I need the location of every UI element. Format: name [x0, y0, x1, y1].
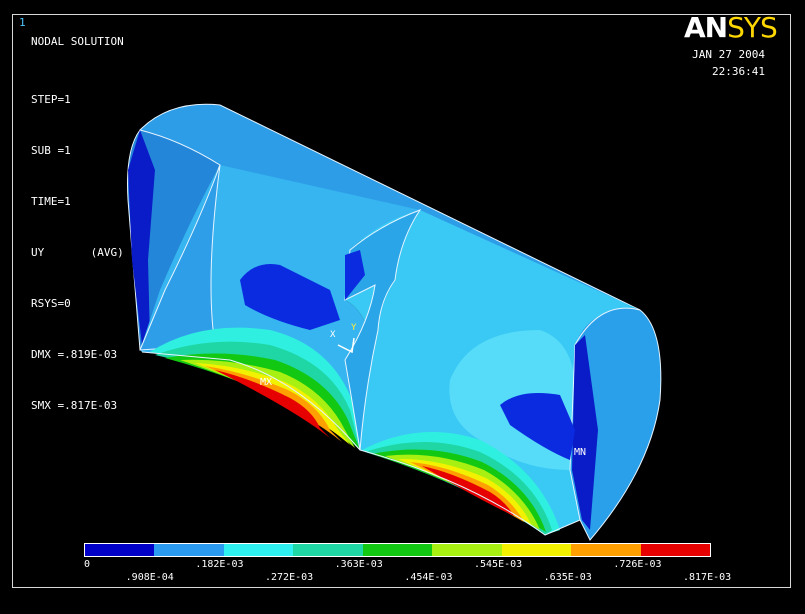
legend-color-4: [362, 544, 433, 556]
legend-tick-bottom: .635E-03: [543, 572, 592, 583]
legend-tick-bottom: .908E-04: [125, 572, 174, 583]
contour-model: [127, 103, 662, 541]
legend-tick-top: .726E-03: [613, 559, 662, 570]
triad-x-label: X: [330, 330, 336, 340]
legend-tick-top: 0: [84, 559, 91, 570]
legend-color-8: [640, 544, 710, 556]
min-marker-label: MN: [574, 447, 587, 458]
legend-tick-top: .182E-03: [195, 559, 244, 570]
legend-color-1: [154, 544, 224, 556]
legend-tick-top: .363E-03: [334, 559, 383, 570]
legend-color-3: [293, 544, 363, 556]
legend-color-0: [85, 544, 155, 556]
legend-tick-bottom: .817E-03: [683, 572, 732, 583]
legend-color-6: [501, 544, 572, 556]
legend-tick-bottom: .272E-03: [265, 572, 314, 583]
legend-color-2: [223, 544, 294, 556]
contour-legend-bar: [84, 543, 711, 557]
legend-color-7: [571, 544, 641, 556]
triad-y-label: Y: [351, 323, 357, 333]
legend-tick-top: .545E-03: [474, 559, 523, 570]
max-marker-label: MX: [260, 377, 273, 388]
legend-color-5: [432, 544, 502, 556]
legend-tick-bottom: .454E-03: [404, 572, 453, 583]
